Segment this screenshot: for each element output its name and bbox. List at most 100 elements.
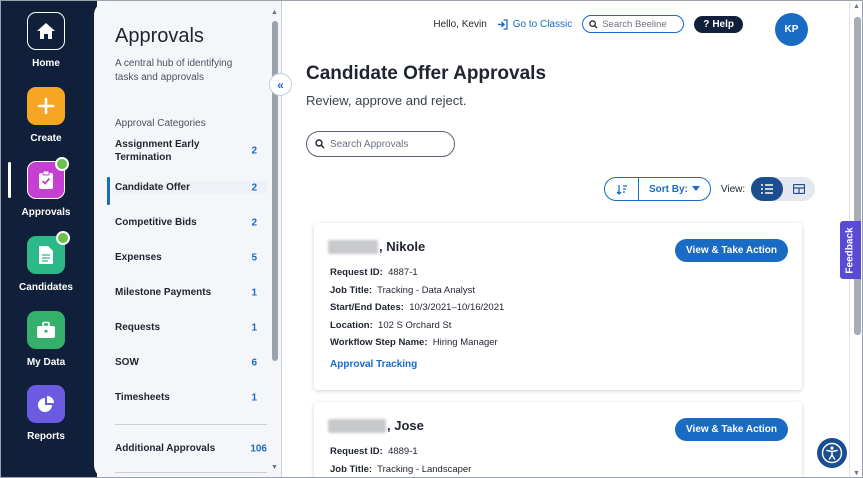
double-chevron-left-icon: « xyxy=(277,77,284,92)
search-beeline-placeholder: Search Beeline xyxy=(602,18,667,30)
detail-value: Tracking - Landscaper xyxy=(377,463,472,475)
category-label: Assignment Early Termination xyxy=(115,139,200,163)
sort-by-label: Sort By: xyxy=(649,183,688,195)
detail-row: Request ID: 4889-1 xyxy=(330,443,471,461)
card-details: Request ID: 4889-1 Job Title: Tracking -… xyxy=(330,443,472,477)
redacted-surname xyxy=(328,239,378,254)
category-label: Competitive Bids xyxy=(115,217,197,228)
category-count: 2 xyxy=(251,217,257,228)
grid-view-button[interactable] xyxy=(783,177,815,201)
category-requests[interactable]: Requests 1 xyxy=(115,321,267,334)
avatar[interactable]: KP xyxy=(775,13,808,46)
rail-label: My Data xyxy=(26,357,66,368)
category-candidate-offer[interactable]: Candidate Offer 2 xyxy=(107,177,267,205)
list-toolbar: Sort By: View: xyxy=(604,177,816,201)
view-toggle xyxy=(751,177,816,201)
detail-value: 102 S Orchard St xyxy=(378,319,452,331)
scroll-up-arrow-icon[interactable]: ▲ xyxy=(271,9,278,16)
category-label: Candidate Offer xyxy=(115,182,191,193)
pie-chart-icon xyxy=(27,385,65,423)
sort-order-icon xyxy=(616,184,627,195)
category-milestone-payments[interactable]: Milestone Payments 1 xyxy=(115,286,267,299)
question-icon: ? xyxy=(703,18,710,30)
category-count: 1 xyxy=(251,287,257,298)
category-count: 2 xyxy=(251,145,257,157)
detail-row: Request ID: 4887-1 xyxy=(330,264,504,282)
go-to-classic-link[interactable]: Go to Classic xyxy=(497,19,572,30)
document-icon xyxy=(27,231,70,274)
rail-item-home[interactable]: Home xyxy=(1,12,91,69)
help-label: Help xyxy=(712,18,734,30)
scroll-down-arrow-icon[interactable]: ▼ xyxy=(853,470,860,477)
page-title: Candidate Offer Approvals xyxy=(306,63,547,84)
category-count: 106 xyxy=(250,443,267,454)
rail-item-reports[interactable]: Reports xyxy=(1,385,91,442)
detail-value: Tracking - Data Analyst xyxy=(377,284,476,296)
feedback-tab[interactable]: Feedback xyxy=(840,221,861,279)
category-additional-approvals[interactable]: Additional Approvals 106 xyxy=(115,442,270,455)
greeting: Hello, Kevin xyxy=(433,18,487,30)
detail-label: Workflow Step Name: xyxy=(330,337,428,348)
search-beeline-input[interactable]: Search Beeline xyxy=(582,15,685,33)
rail-label: Home xyxy=(32,58,60,69)
home-icon xyxy=(27,12,65,50)
search-icon xyxy=(315,139,325,149)
list-icon xyxy=(761,184,774,194)
category-count: 1 xyxy=(251,322,257,333)
side-description: A central hub of identifying tasks and a… xyxy=(115,58,233,83)
approval-card: , Nikole View & Take Action Request ID: … xyxy=(314,223,802,390)
category-label: Timesheets xyxy=(115,392,170,403)
avatar-initials: KP xyxy=(784,24,799,35)
side-divider xyxy=(115,472,267,473)
list-view-button[interactable] xyxy=(751,177,784,201)
detail-row: Start/End Dates: 10/3/2021–10/16/2021 xyxy=(330,299,504,317)
sort-by-dropdown[interactable]: Sort By: xyxy=(639,178,710,200)
category-timesheets[interactable]: Timesheets 1 xyxy=(115,391,267,404)
detail-label: Job Title: xyxy=(330,284,373,296)
category-competitive-bids[interactable]: Competitive Bids 2 xyxy=(115,216,267,229)
detail-label: Request ID: xyxy=(330,446,383,457)
rail-label: Create xyxy=(30,133,62,144)
search-approvals-input[interactable]: Search Approvals xyxy=(306,131,455,157)
approval-tracking-link[interactable]: Approval Tracking xyxy=(330,359,417,370)
help-button[interactable]: ? Help xyxy=(694,15,743,33)
top-bar: Hello, Kevin Go to Classic Search Beelin… xyxy=(433,15,756,33)
category-label: Expenses xyxy=(115,252,162,263)
view-take-action-button[interactable]: View & Take Action xyxy=(675,239,788,262)
detail-row: Workflow Step Name: Hiring Manager xyxy=(330,334,504,352)
rail-item-approvals[interactable]: Approvals xyxy=(1,157,91,218)
go-to-classic-label: Go to Classic xyxy=(512,18,573,30)
side-divider xyxy=(115,424,267,425)
approval-card: , Jose View & Take Action Request ID: 48… xyxy=(314,402,802,477)
view-take-action-button[interactable]: View & Take Action xyxy=(675,418,788,441)
category-label: Additional Approvals xyxy=(115,443,216,454)
side-scroll-thumb[interactable] xyxy=(272,21,278,361)
plus-icon xyxy=(27,87,65,125)
search-approvals-placeholder: Search Approvals xyxy=(330,138,409,150)
clipboard-check-icon xyxy=(27,157,69,199)
category-expenses[interactable]: Expenses 5 xyxy=(115,251,267,264)
sort-direction-button[interactable] xyxy=(605,178,639,200)
card-details: Request ID: 4887-1 Job Title: Tracking -… xyxy=(330,264,504,352)
scroll-up-arrow-icon[interactable]: ▲ xyxy=(853,3,860,10)
main-scroll-thumb[interactable] xyxy=(854,17,861,335)
collapse-panel-button[interactable]: « xyxy=(269,73,292,96)
rail-label: Approvals xyxy=(21,207,71,218)
side-title: Approvals xyxy=(115,25,204,47)
rail-item-create[interactable]: Create xyxy=(1,87,91,144)
rail-item-my-data[interactable]: My Data xyxy=(1,311,91,368)
view-label: View: xyxy=(720,183,746,195)
accessibility-button[interactable] xyxy=(817,438,847,468)
detail-label: Request ID: xyxy=(330,267,383,278)
rail-item-candidates[interactable]: Candidates xyxy=(1,231,91,293)
candidate-first-name: , Jose xyxy=(387,418,424,433)
category-label: Requests xyxy=(115,322,161,333)
page-subtitle: Review, approve and reject. xyxy=(306,93,467,108)
candidate-first-name: , Nikole xyxy=(379,239,426,254)
scroll-down-arrow-icon[interactable]: ▼ xyxy=(271,464,278,471)
sort-control: Sort By: xyxy=(604,177,711,201)
category-assignment-early-termination[interactable]: Assignment Early Termination 2 xyxy=(115,138,267,164)
category-sow[interactable]: SOW 6 xyxy=(115,356,267,369)
detail-value: Hiring Manager xyxy=(432,337,498,348)
category-count: 2 xyxy=(251,182,257,193)
